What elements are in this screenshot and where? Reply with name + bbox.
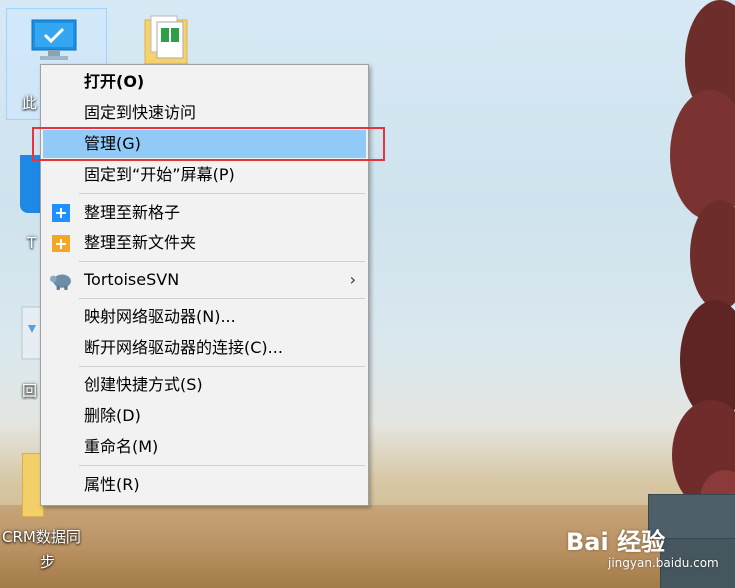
menu-item-rename[interactable]: 重命名(M) <box>43 433 366 461</box>
menu-item-label: 整理至新格子 <box>84 203 181 222</box>
app-icon[interactable] <box>20 155 42 213</box>
computer-icon[interactable] <box>30 18 80 64</box>
menu-item-label: 删除(D) <box>84 406 141 425</box>
menu-item-delete[interactable]: 删除(D) <box>43 402 366 430</box>
menu-item-pin-start[interactable]: 固定到“开始”屏幕(P) <box>43 161 366 189</box>
menu-item-tortoisesvn[interactable]: TortoiseSVN › <box>43 266 366 294</box>
menu-separator <box>79 261 365 262</box>
menu-item-label: 映射网络驱动器(N)... <box>84 307 236 326</box>
baidu-jingyan-watermark: Bai 经验 <box>566 528 666 556</box>
menu-item-disconnect-drive[interactable]: 断开网络驱动器的连接(C)... <box>43 334 366 362</box>
menu-item-label: 重命名(M) <box>84 437 159 456</box>
menu-item-create-shortcut[interactable]: 创建快捷方式(S) <box>43 371 366 399</box>
menu-separator <box>79 366 365 367</box>
plus-folder-icon <box>52 235 70 252</box>
menu-item-new-folder[interactable]: 整理至新文件夹 <box>43 229 366 257</box>
menu-item-label: 固定到“开始”屏幕(P) <box>84 165 235 184</box>
recycle-bin-label[interactable]: 回 <box>22 380 37 401</box>
folder-icon[interactable] <box>143 14 191 66</box>
menu-item-open[interactable]: 打开(O) <box>43 68 366 96</box>
menu-item-label: 属性(R) <box>84 475 140 494</box>
menu-separator <box>79 465 365 466</box>
menu-item-properties[interactable]: 属性(R) <box>43 471 366 499</box>
menu-item-label: 创建快捷方式(S) <box>84 375 203 394</box>
menu-separator <box>79 298 365 299</box>
menu-separator <box>79 193 365 194</box>
this-pc-label[interactable]: 此 <box>22 92 37 113</box>
recycle-bin-icon[interactable] <box>20 303 42 363</box>
menu-item-label: 固定到快速访问 <box>84 103 197 122</box>
menu-item-new-grid[interactable]: 整理至新格子 <box>43 199 366 227</box>
menu-item-label: 断开网络驱动器的连接(C)... <box>84 338 283 357</box>
app-label[interactable]: T <box>27 234 36 252</box>
plus-blue-icon <box>52 204 70 222</box>
menu-item-label: 打开(O) <box>84 72 145 91</box>
menu-item-map-drive[interactable]: 映射网络驱动器(N)... <box>43 303 366 331</box>
crm-folder-label-line2[interactable]: 步 <box>40 551 55 572</box>
watermark-url: jingyan.baidu.com <box>608 556 719 570</box>
annotation-highlight-box <box>32 127 385 161</box>
submenu-arrow-icon: › <box>349 270 356 289</box>
crm-folder-label[interactable]: CRM数据同 <box>2 526 81 547</box>
menu-item-label: 整理至新文件夹 <box>84 233 197 252</box>
menu-item-pin-quick-access[interactable]: 固定到快速访问 <box>43 99 366 127</box>
menu-item-label: TortoiseSVN <box>84 270 180 289</box>
tortoise-icon <box>50 274 71 290</box>
